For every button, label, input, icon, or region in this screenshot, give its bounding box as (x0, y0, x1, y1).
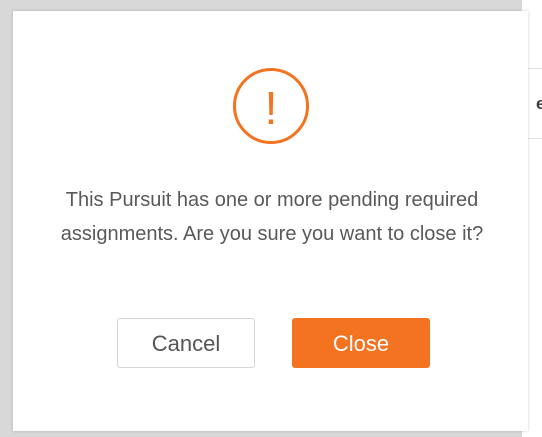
cancel-button[interactable]: Cancel (117, 318, 255, 368)
confirm-close-dialog: ! This Pursuit has one or more pending r… (13, 11, 528, 431)
exclamation-circle-icon: ! (231, 66, 311, 146)
close-button[interactable]: Close (292, 318, 430, 368)
background-partial-text: e (536, 94, 542, 113)
dialog-message: This Pursuit has one or more pending req… (60, 189, 484, 245)
exclamation-glyph: ! (265, 82, 278, 134)
